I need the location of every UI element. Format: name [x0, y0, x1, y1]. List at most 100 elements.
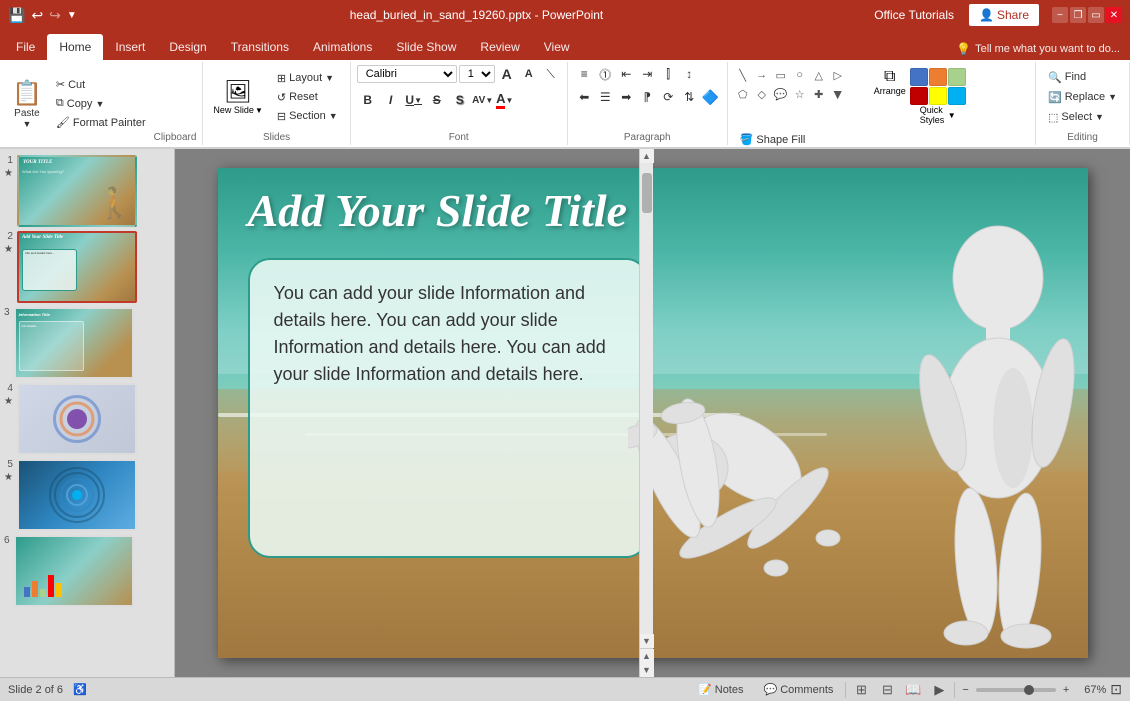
qs-swatch-1[interactable] [910, 68, 928, 86]
scroll-bottom-arrow-2[interactable]: ▼ [640, 663, 654, 677]
shape-diamond[interactable]: ◇ [753, 85, 771, 103]
save-icon[interactable]: 💾 [8, 7, 25, 24]
find-button[interactable]: 🔍 Find [1042, 69, 1092, 86]
select-button[interactable]: ⬚ Select ▼ [1042, 109, 1110, 126]
tab-animations[interactable]: Animations [301, 34, 384, 60]
tab-transitions[interactable]: Transitions [219, 34, 301, 60]
office-tutorials-button[interactable]: Office Tutorials [864, 4, 964, 26]
tab-file[interactable]: File [4, 34, 47, 60]
arrange-button[interactable]: ⧉ Arrange [868, 66, 912, 98]
shape-star[interactable]: ☆ [791, 85, 809, 103]
slide-title[interactable]: Add Your Slide Title [248, 186, 768, 237]
tell-me-bar[interactable]: 💡 Tell me what you want to do... [946, 38, 1130, 60]
slide-preview-5[interactable] [17, 459, 137, 531]
line-spacing-button[interactable]: ↕ [679, 64, 699, 84]
shape-line[interactable]: ╲ [734, 66, 752, 84]
zoom-thumb[interactable] [1024, 685, 1034, 695]
underline-button[interactable]: U ▼ [403, 89, 425, 111]
qs-swatch-2[interactable] [929, 68, 947, 86]
tab-design[interactable]: Design [157, 34, 218, 60]
columns-button[interactable]: ⫿ [658, 64, 678, 84]
scroll-track[interactable] [640, 163, 653, 634]
font-size-select[interactable]: 18 [459, 65, 495, 83]
accessibility-button[interactable]: ♿ [67, 681, 93, 698]
slide-sorter-button[interactable]: ⊟ [876, 681, 898, 699]
minimize-button[interactable]: − [1052, 7, 1068, 23]
restore-button[interactable]: ❐ [1070, 7, 1086, 23]
tab-view[interactable]: View [532, 34, 582, 60]
slide-thumb-3[interactable]: 3 Information Title info details... [4, 307, 170, 379]
scroll-down-arrow[interactable]: ▼ [640, 634, 654, 648]
scroll-bottom-arrow-1[interactable]: ▲ [640, 649, 654, 663]
quick-styles-button[interactable]: Quick Styles ▼ [916, 66, 960, 127]
increase-indent-button[interactable]: ⇥ [637, 64, 657, 84]
decrease-font-button[interactable]: A [519, 64, 539, 84]
slide-thumb-2[interactable]: 2 ★ Add Your Slide Title Info and detail… [4, 231, 170, 303]
paste-button[interactable]: 📋 Paste ▼ [6, 75, 48, 133]
align-left-button[interactable]: ⬅ [574, 87, 594, 107]
qs-swatch-4[interactable] [910, 87, 928, 105]
vertical-scrollbar[interactable]: ▲ ▼ ▲ ▼ [639, 149, 653, 677]
italic-button[interactable]: I [380, 89, 402, 111]
font-color-button[interactable]: A ▼ [495, 90, 515, 110]
numbering-button[interactable]: ⓵ [595, 64, 615, 84]
shape-arrow-line[interactable]: → [753, 66, 771, 84]
share-button[interactable]: 👤 Share [968, 3, 1040, 27]
new-slide-button[interactable]: 🖼 New Slide ▼ [209, 77, 266, 117]
shape-circle[interactable]: ○ [791, 66, 809, 84]
qs-swatch-5[interactable] [929, 87, 947, 105]
slide-preview-1[interactable]: YOUR TITLE What Are You Ignoring? 🚶 [17, 155, 137, 227]
bullets-button[interactable]: ≡ [574, 64, 594, 84]
slide-thumb-4[interactable]: 4 ★ [4, 383, 170, 455]
shape-pentagon[interactable]: ⬠ [734, 85, 752, 103]
shape-triangle[interactable]: △ [810, 66, 828, 84]
clear-format-button[interactable]: ⟍ [541, 64, 561, 84]
redo-icon[interactable]: ↪ [49, 7, 61, 24]
close-button[interactable]: ✕ [1106, 7, 1122, 23]
slide-thumb-5[interactable]: 5 ★ [4, 459, 170, 531]
strikethrough-button[interactable]: S [426, 89, 448, 111]
align-text-button[interactable]: ⇅ [679, 87, 699, 107]
section-button[interactable]: ⊟ Section ▼ [271, 108, 344, 125]
align-center-button[interactable]: ☰ [595, 87, 615, 107]
shape-arrow-right[interactable]: ▷ [829, 66, 847, 84]
shapes-more[interactable]: ▼ [829, 85, 847, 103]
justify-button[interactable]: ⁋ [637, 87, 657, 107]
tab-home[interactable]: Home [47, 34, 103, 60]
decrease-indent-button[interactable]: ⇤ [616, 64, 636, 84]
shape-callout[interactable]: 💬 [772, 85, 790, 103]
shadow-button[interactable]: S [449, 89, 471, 111]
slide-preview-4[interactable] [17, 383, 137, 455]
shape-cross[interactable]: ✚ [810, 85, 828, 103]
zoom-in-button[interactable]: + [1060, 684, 1072, 696]
shape-fill-button[interactable]: 🪣 Shape Fill [734, 131, 843, 148]
char-spacing-button[interactable]: AV ▼ [472, 89, 494, 111]
copy-button[interactable]: ⧉ Copy ▼ [50, 95, 152, 112]
notes-button[interactable]: 📝 Notes [690, 681, 751, 698]
slide-preview-2[interactable]: Add Your Slide Title Info and details he… [17, 231, 137, 303]
slide-preview-3[interactable]: Information Title info details... [14, 307, 134, 379]
align-right-button[interactable]: ➡ [616, 87, 636, 107]
scroll-up-arrow[interactable]: ▲ [640, 149, 654, 163]
zoom-slider[interactable] [976, 688, 1056, 692]
bold-button[interactable]: B [357, 89, 379, 111]
increase-font-button[interactable]: A [497, 64, 517, 84]
normal-view-button[interactable]: ⊞ [850, 681, 872, 699]
font-name-select[interactable]: Calibri [357, 65, 457, 83]
cut-button[interactable]: ✂ Cut [50, 76, 152, 93]
replace-button[interactable]: 🔄 Replace ▼ [1042, 89, 1123, 106]
customize-qat-icon[interactable]: ▼ [67, 10, 77, 21]
maximize-button[interactable]: ▭ [1088, 7, 1104, 23]
smartart-button[interactable]: 🔷 [700, 87, 720, 107]
slide-show-button[interactable]: ▶ [928, 681, 950, 699]
qs-swatch-3[interactable] [948, 68, 966, 86]
slide-preview-6[interactable] [14, 535, 134, 607]
slide-thumb-6[interactable]: 6 [4, 535, 170, 607]
reset-button[interactable]: ↺ Reset [271, 89, 344, 106]
tab-review[interactable]: Review [468, 34, 531, 60]
zoom-out-button[interactable]: − [959, 684, 971, 696]
fit-slide-button[interactable]: ⊡ [1110, 681, 1122, 698]
comments-button[interactable]: 💬 Comments [756, 681, 842, 698]
format-painter-button[interactable]: 🖌 Format Painter [50, 114, 152, 131]
reading-view-button[interactable]: 📖 [902, 681, 924, 699]
